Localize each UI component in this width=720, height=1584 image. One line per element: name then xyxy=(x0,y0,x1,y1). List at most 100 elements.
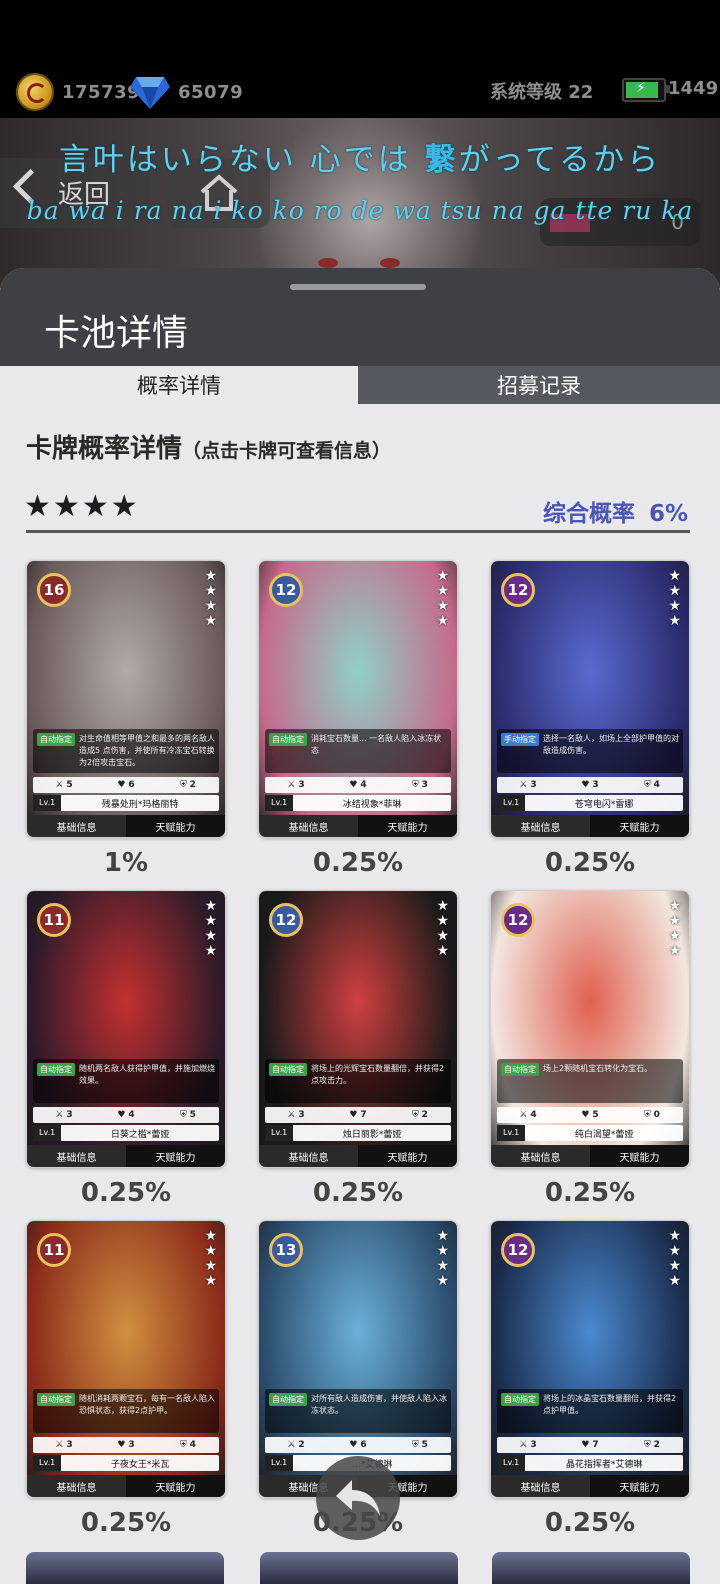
talent-button[interactable]: 天赋能力 xyxy=(358,1145,457,1167)
card-level: Lv.1 xyxy=(265,795,294,811)
skill-text: 选择一名敌人，如场上全部护甲值的对敌造成伤害。 xyxy=(543,734,679,755)
character-card[interactable]: 12 ★ ★ ★ ★ 自动指定 将场上的光辉宝石数量翻倍，并获得2点攻击力。 ⚔ 3 … xyxy=(258,890,458,1168)
skill-type-tag: 自动指定 xyxy=(269,1393,307,1406)
card-stats: ⚔ 3 ♥ 7 ⛨ 2 xyxy=(497,1437,683,1453)
card-buttons: 基础信息 天赋能力 xyxy=(27,1475,225,1497)
card-stats: ⚔ 3 ♥ 3 ⛨ 4 xyxy=(497,777,683,793)
defense-stat: ⛨ 2 xyxy=(180,780,196,790)
basic-info-button[interactable]: 基础信息 xyxy=(491,815,590,837)
basic-info-button[interactable]: 基础信息 xyxy=(491,1145,590,1167)
basic-info-button[interactable]: 基础信息 xyxy=(259,1145,358,1167)
talent-button[interactable]: 天赋能力 xyxy=(590,1475,689,1497)
card-cost-badge: 13 xyxy=(269,1233,303,1267)
section-hint: （点击卡牌可查看信息） xyxy=(182,440,392,462)
basic-info-button[interactable]: 基础信息 xyxy=(491,1475,590,1497)
next-row-peek xyxy=(0,1552,720,1584)
attack-stat: ⚔ 3 xyxy=(287,780,305,790)
card-cost-badge: 12 xyxy=(501,573,535,607)
card-buttons: 基础信息 天赋能力 xyxy=(491,1475,689,1497)
star-icon: ★ xyxy=(668,913,681,929)
star-icon: ★ xyxy=(204,1273,217,1289)
card-buttons: 基础信息 天赋能力 xyxy=(27,815,225,837)
star-icon: ★ xyxy=(436,1258,449,1274)
attack-stat: ⚔ 3 xyxy=(519,780,537,790)
floating-return-button[interactable] xyxy=(316,1456,400,1540)
star-icon: ★ xyxy=(204,898,217,914)
character-card[interactable]: 12 ★ ★ ★ ★ 自动指定 场上2颗随机宝石转化为宝石。 ⚔ 4 ♥ 5 ⛨ 0 … xyxy=(490,890,690,1168)
tab-recruit-record[interactable]: 招募记录 xyxy=(358,366,720,404)
skill-text: 对所有敌人造成伤害，并使敌人陷入冰冻状态。 xyxy=(311,1394,447,1415)
star-icon: ★ xyxy=(204,598,217,614)
card-name-bar: Lv.1 日葵之槛*蕾娅 xyxy=(33,1125,219,1141)
character-card[interactable]: 12 ★ ★ ★ ★ 自动指定 将场上的冰晶宝石数量翻倍，并获得2点护甲值。 ⚔ 3 … xyxy=(490,1220,690,1498)
card-name-bar: Lv.1 子夜女王*米瓦 xyxy=(33,1455,219,1471)
star-icon: ★ xyxy=(204,913,217,929)
character-card[interactable]: 16 ★ ★ ★ ★ 自动指定 对生命值相等甲值之和最多的两名敌人造成5 点伤害，并使… xyxy=(26,560,226,838)
card-pool-detail-panel: 卡池详情 概率详情 招募记录 卡牌概率详情（点击卡牌可查看信息） ★ ★ ★ ★… xyxy=(0,268,720,1584)
star-icon: ★ xyxy=(110,489,138,524)
star-icon: ★ xyxy=(436,598,449,614)
attack-stat: ⚔ 3 xyxy=(55,1440,73,1450)
star-icon: ★ xyxy=(436,943,449,959)
star-icon: ★ xyxy=(81,489,109,524)
card-rarity-stars: ★ ★ ★ ★ xyxy=(204,899,217,959)
talent-button[interactable]: 天赋能力 xyxy=(126,1475,225,1497)
talent-button[interactable]: 天赋能力 xyxy=(126,815,225,837)
talent-button[interactable]: 天赋能力 xyxy=(590,1145,689,1167)
panel-header: 卡池详情 xyxy=(0,268,720,366)
card-buttons: 基础信息 天赋能力 xyxy=(259,1145,457,1167)
character-card[interactable]: 11 ★ ★ ★ ★ 自动指定 随机消耗两颗宝石，每有一名敌人陷入恐惧状态，获得2点护… xyxy=(26,1220,226,1498)
star-icon: ★ xyxy=(668,613,681,629)
basic-info-button[interactable]: 基础信息 xyxy=(259,815,358,837)
star-icon: ★ xyxy=(668,583,681,599)
card-name: 日葵之槛*蕾娅 xyxy=(110,1129,170,1140)
basic-info-button[interactable]: 基础信息 xyxy=(27,1145,126,1167)
card-stats: ⚔ 5 ♥ 6 ⛨ 2 xyxy=(33,777,219,793)
card-name: 纯白渴望*蕾娅 xyxy=(574,1129,634,1140)
basic-info-button[interactable]: 基础信息 xyxy=(27,815,126,837)
star-icon: ★ xyxy=(668,1228,681,1244)
app-root: 175739 65079 系统等级 22 ⚡ 1449 返回 0 言叶はいらない… xyxy=(0,0,720,1584)
skill-text: 将场上的冰晶宝石数量翻倍，并获得2点护甲值。 xyxy=(543,1394,677,1415)
card-name-bar: Lv.1 残暴处刑*玛格丽特 xyxy=(33,795,219,811)
card-probability: 0.25% xyxy=(312,1178,404,1208)
basic-info-button[interactable]: 基础信息 xyxy=(27,1475,126,1497)
character-card[interactable]: 12 ★ ★ ★ ★ 手动指定 选择一名敌人，如场上全部护甲值的对敌造成伤害。 ⚔ 3… xyxy=(490,560,690,838)
talent-button[interactable]: 天赋能力 xyxy=(358,815,457,837)
star-icon: ★ xyxy=(52,489,80,524)
character-card[interactable]: 12 ★ ★ ★ ★ 自动指定 消耗宝石数量... 一名敌人陷入冰冻状态 ⚔ 3 ♥ … xyxy=(258,560,458,838)
skill-text: 对生命值相等甲值之和最多的两名敌人造成5 点伤害，并使所有冷冻宝石转换为2倍攻击… xyxy=(79,734,215,767)
defense-stat: ⛨ 2 xyxy=(412,1110,428,1120)
card-rarity-stars: ★ ★ ★ ★ xyxy=(436,569,449,629)
star-icon: ★ xyxy=(436,1243,449,1259)
character-card[interactable]: 11 ★ ★ ★ ★ 自动指定 随机两名敌人获得护甲值，并施加燃烧效果。 ⚔ 3 ♥ … xyxy=(26,890,226,1168)
card-level: Lv.1 xyxy=(497,795,526,811)
card-stats: ⚔ 2 ♥ 6 ⛨ 5 xyxy=(265,1437,451,1453)
star-icon: ★ xyxy=(668,1273,681,1289)
card-probability: 0.25% xyxy=(80,1178,172,1208)
card-stats: ⚔ 3 ♥ 3 ⛨ 4 xyxy=(33,1437,219,1453)
tab-probability-detail[interactable]: 概率详情 xyxy=(0,366,358,404)
skill-type-tag: 自动指定 xyxy=(501,1063,539,1076)
star-icon: ★ xyxy=(436,613,449,629)
talent-button[interactable]: 天赋能力 xyxy=(590,815,689,837)
health-stat: ♥ 6 xyxy=(117,780,135,790)
card-stats: ⚔ 4 ♥ 5 ⛨ 0 xyxy=(497,1107,683,1123)
attack-stat: ⚔ 4 xyxy=(519,1110,537,1120)
card-probability: 0.25% xyxy=(80,1508,172,1538)
star-icon: ★ xyxy=(436,1273,449,1289)
diamond-icon xyxy=(130,75,170,109)
card-probability: 0.25% xyxy=(312,848,404,878)
attack-stat: ⚔ 2 xyxy=(287,1440,305,1450)
drag-handle[interactable] xyxy=(290,284,426,290)
skill-type-tag: 自动指定 xyxy=(501,1393,539,1406)
card-buttons: 基础信息 天赋能力 xyxy=(491,1145,689,1167)
card-probability: 0.25% xyxy=(544,1178,636,1208)
card-skill-box: 自动指定 消耗宝石数量... 一名敌人陷入冰冻状态 xyxy=(265,729,451,773)
talent-button[interactable]: 天赋能力 xyxy=(126,1145,225,1167)
skill-text: 随机两名敌人获得护甲值，并施加燃烧效果。 xyxy=(79,1064,215,1085)
skill-text: 随机消耗两颗宝石，每有一名敌人陷入恐惧状态，获得2点护甲。 xyxy=(79,1394,215,1415)
coin-counter: 175739 xyxy=(16,72,140,112)
card-stats: ⚔ 3 ♥ 4 ⛨ 3 xyxy=(265,777,451,793)
star-icon: ★ xyxy=(204,928,217,944)
